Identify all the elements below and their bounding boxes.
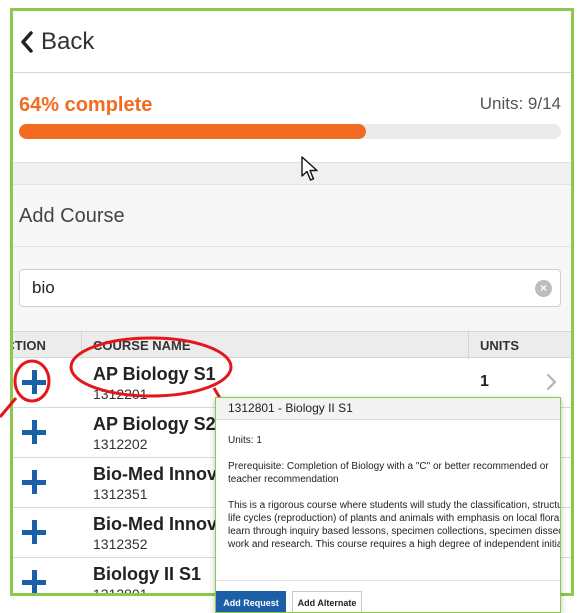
column-header-course-name: COURSE NAME <box>93 338 191 353</box>
course-name: AP Biology S1 <box>93 364 216 384</box>
course-number: 1312801 <box>93 586 148 596</box>
course-number: 1312352 <box>93 536 148 552</box>
popup-units: Units: 1 <box>228 435 262 446</box>
popup-prerequisite: Prerequisite: Completion of Biology with… <box>228 461 549 485</box>
popup-description-line: This is a rigorous course where students… <box>228 500 561 511</box>
course-units: 1 <box>480 373 489 390</box>
course-name: Biology II S1 <box>93 564 202 584</box>
popup-description-line: work and research. This course requires … <box>228 539 561 550</box>
course-detail-popup: 1312801 - Biology II S1 Units: 1 Prerequ… <box>215 397 561 613</box>
course-number: 1312202 <box>93 436 148 452</box>
popup-title: 1312801 - Biology II S1 <box>228 401 353 415</box>
mouse-pointer-icon <box>301 156 318 181</box>
popup-body: Units: 1 Prerequisite: Completion of Bio… <box>228 434 561 551</box>
back-button[interactable]: Back <box>13 11 571 73</box>
course-number: 1312351 <box>93 486 148 502</box>
add-request-button[interactable]: Add Request <box>216 591 286 612</box>
column-divider <box>468 332 469 359</box>
course-name: Bio-Med Innov <box>93 514 217 534</box>
chevron-right-icon[interactable] <box>545 373 557 391</box>
column-header-units: UNITS <box>480 338 519 353</box>
course-search-input[interactable] <box>19 269 561 307</box>
section-separator <box>13 162 571 184</box>
progress-bar <box>19 124 561 139</box>
add-course-header: Add Course <box>13 184 571 246</box>
clear-circle-icon[interactable]: × <box>535 280 552 297</box>
course-name: Bio-Med Innov <box>93 464 217 484</box>
progress-section: 64% complete Units: 9/14 <box>13 74 571 162</box>
plus-icon[interactable] <box>22 520 46 544</box>
course-number: 1312201 <box>93 386 148 402</box>
add-alternate-button[interactable]: Add Alternate <box>292 591 362 612</box>
popup-header: 1312801 - Biology II S1 <box>216 398 560 420</box>
table-header: ACTION COURSE NAME UNITS <box>13 331 571 359</box>
units-count: Units: 9/14 <box>479 94 561 113</box>
search-area: × <box>13 246 571 331</box>
column-header-action: ACTION <box>13 338 46 353</box>
plus-icon[interactable] <box>22 470 46 494</box>
plus-icon[interactable] <box>22 420 46 444</box>
progress-bar-fill <box>19 124 366 139</box>
plus-icon[interactable] <box>22 570 46 593</box>
popup-description-line: life cycles (reproduction) of plants and… <box>228 513 561 524</box>
plus-icon[interactable] <box>22 370 46 394</box>
popup-description-line: learn through inquiry based lessons, spe… <box>228 526 561 537</box>
progress-percent: 64% complete <box>19 94 153 116</box>
popup-footer: Add Request Add Alternate <box>216 580 560 612</box>
back-label: Back <box>41 27 95 55</box>
column-divider <box>81 332 82 359</box>
add-course-title: Add Course <box>19 205 125 227</box>
course-name: AP Biology S2 <box>93 414 216 434</box>
popup-description: This is a rigorous course where students… <box>228 499 561 551</box>
chevron-left-icon <box>21 30 33 53</box>
